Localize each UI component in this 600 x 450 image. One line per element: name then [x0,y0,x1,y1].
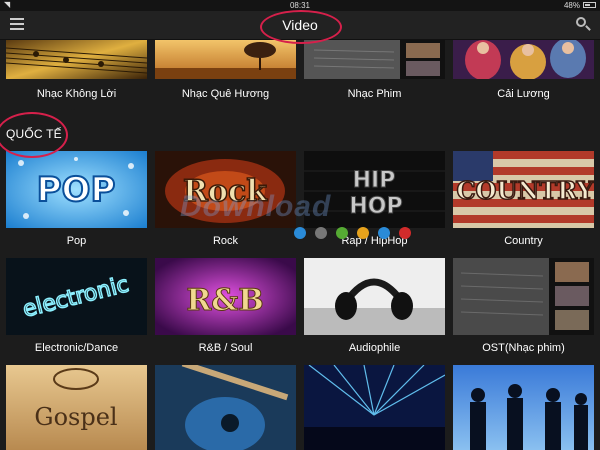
category-thumbnail: HIP HOP [304,151,445,228]
category-tile-gospel[interactable]: Gospel [6,365,147,450]
category-thumbnail [304,40,445,79]
category-thumbnail: COUNTRY [453,151,594,228]
category-tile-electronic-dance[interactable]: electronic Electronic/Dance [6,258,147,354]
page-title: Video [282,17,318,33]
category-thumbnail [155,40,296,79]
category-label: Cải Lương [497,88,550,100]
category-thumbnail [453,40,594,79]
watermark-dots [294,226,420,244]
category-label: Country [504,235,543,247]
battery-icon [583,2,596,8]
category-label: R&B / Soul [198,342,253,354]
rock-art-text: Rock [183,174,268,209]
category-thumbnail: electronic [6,258,147,335]
category-label: Pop [66,235,87,247]
category-thumbnail: R&B [155,258,296,335]
category-tile-rnb-soul[interactable]: R&B R&B / Soul [155,258,296,354]
category-tile-pop[interactable]: POP Pop [6,151,147,247]
category-tile-audiophile[interactable]: Audiophile [304,258,445,354]
category-tile-jazz[interactable] [453,365,594,450]
category-thumbnail: Rock [155,151,296,228]
category-tile-ost[interactable]: OST(Nhạc phim) [453,258,594,354]
category-label: Rock [212,235,239,247]
category-tile-concert-lights[interactable] [304,365,445,450]
pop-art-text: POP [37,170,116,210]
search-icon[interactable] [575,16,591,32]
status-bar: ◥ 08:31 48% [0,0,600,11]
hiphop-art-text: HIP [353,168,396,193]
category-label: OST(Nhạc phim) [482,342,565,354]
category-tile-cai-luong[interactable]: Cải Lương [453,40,594,100]
status-time: 08:31 [289,1,311,10]
category-tile-nhac-que-huong[interactable]: Nhạc Quê Hương [155,40,296,100]
svg-text:HOP: HOP [349,194,402,219]
country-art-text: COUNTRY [456,176,594,205]
category-tile-rap-hiphop[interactable]: HIP HOP Rap / HipHop [304,151,445,247]
category-thumbnail [304,365,445,450]
category-label: Nhạc Phim [347,88,402,100]
category-label: Nhạc Quê Hương [181,88,270,100]
category-thumbnail [453,258,594,335]
nav-bar: Video [0,11,600,40]
category-tile-country[interactable]: COUNTRY Country [453,151,594,247]
rnb-art-text: R&B [186,283,263,318]
gospel-art-text: Gospel [34,403,117,431]
category-thumbnail: Gospel [6,365,147,450]
category-thumbnail: POP [6,151,147,228]
category-tile-guitar[interactable] [155,365,296,450]
category-thumbnail [155,365,296,450]
category-tile-nhac-khong-loi[interactable]: Nhạc Không Lời [6,40,147,100]
category-thumbnail [304,258,445,335]
category-tile-rock[interactable]: Rock Rock [155,151,296,247]
category-thumbnail [6,40,147,79]
section-title: QUỐC TẾ [6,127,62,141]
battery-percent: 48% [563,1,580,10]
category-thumbnail [453,365,594,450]
category-label: Electronic/Dance [34,342,119,354]
category-label: Nhạc Không Lời [36,88,117,100]
category-tile-nhac-phim[interactable]: Nhạc Phim [304,40,445,100]
category-label: Audiophile [348,342,401,354]
